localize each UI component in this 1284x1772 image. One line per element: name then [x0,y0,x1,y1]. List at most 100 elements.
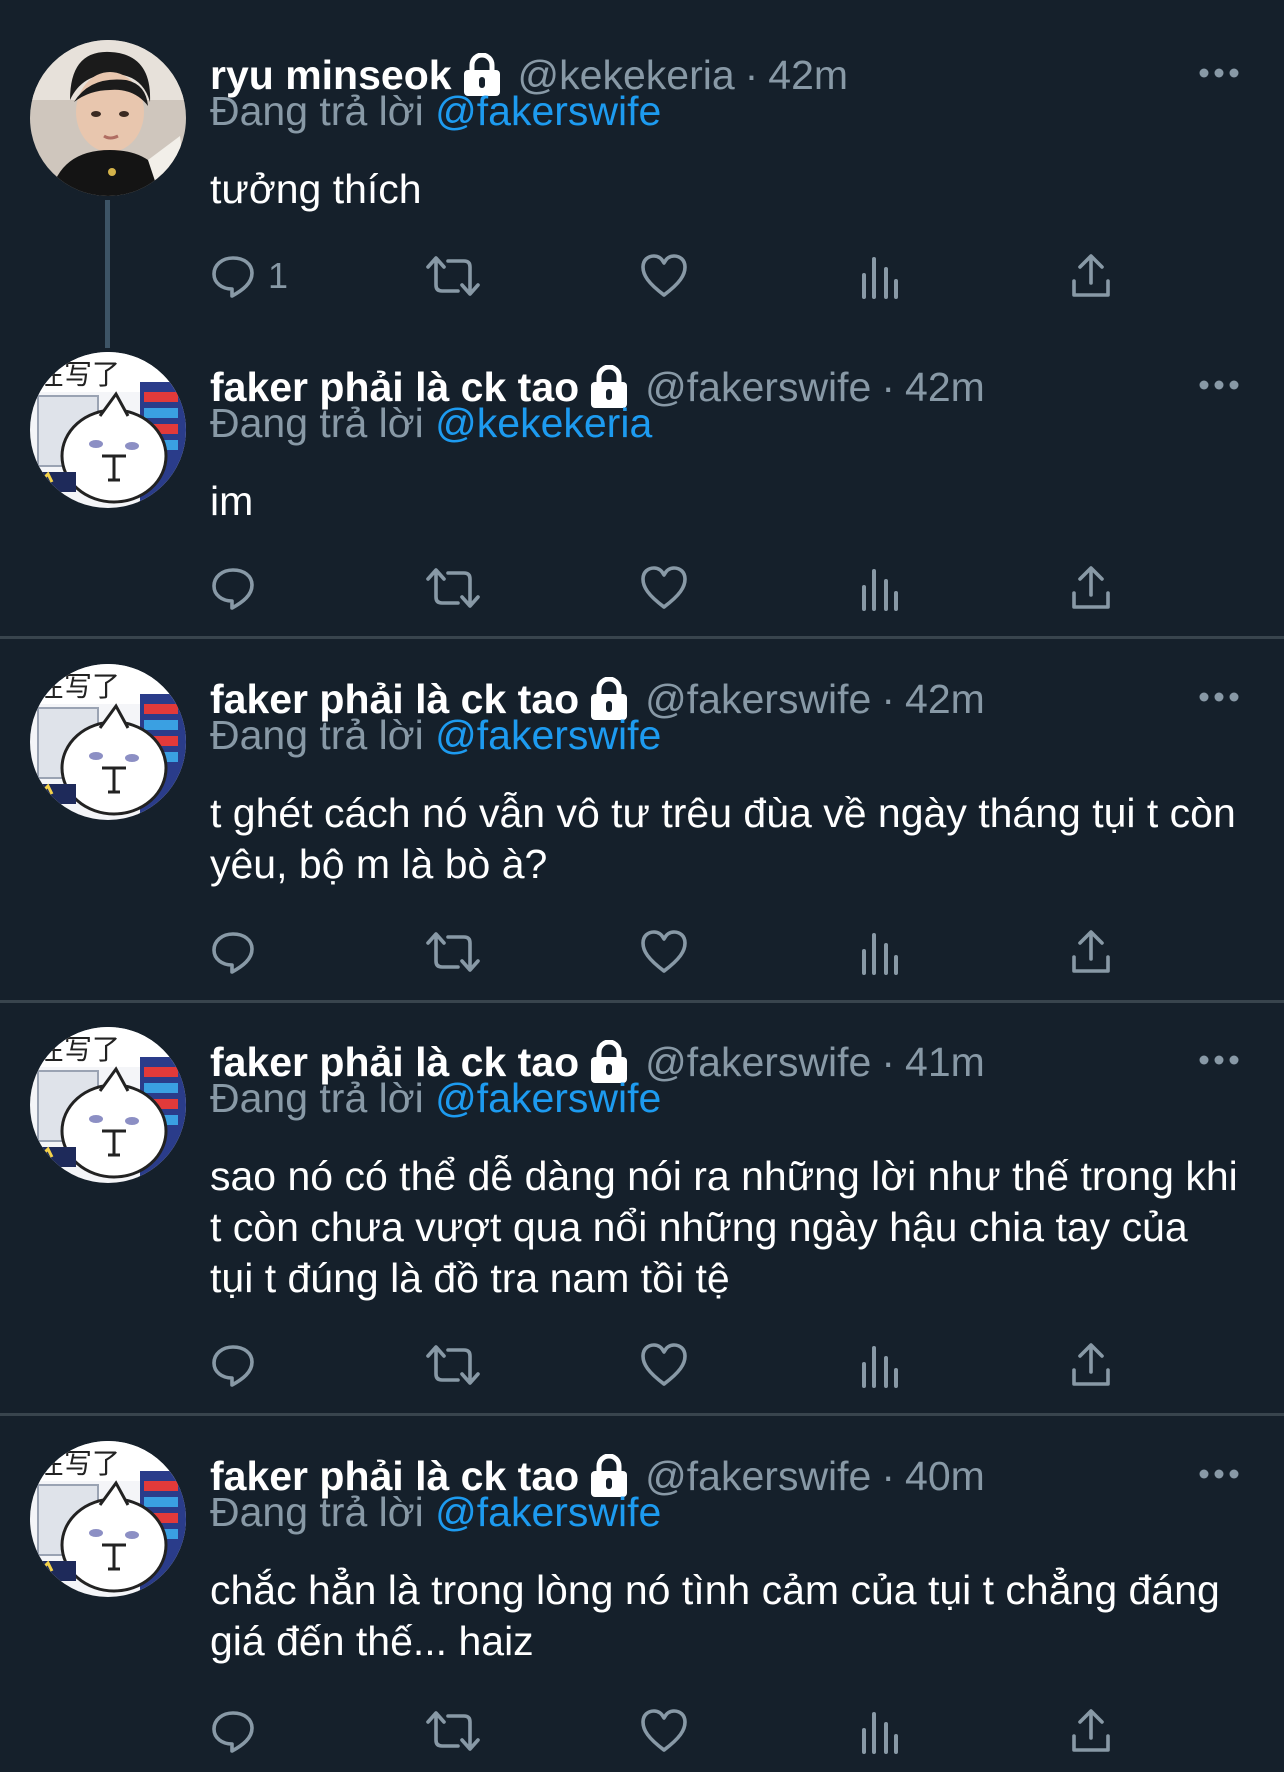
replying-prefix: Đang trả lời [210,1489,424,1535]
reply-button[interactable] [210,1703,268,1759]
more-icon[interactable] [1198,1053,1240,1067]
retweet-button[interactable] [424,924,482,980]
views-icon [862,257,898,299]
retweet-icon [426,932,480,972]
replying-to: Đang trả lời @fakerswife [210,88,661,135]
retweet-button[interactable] [424,248,482,304]
reply-to-handle[interactable]: @fakerswife [435,1075,661,1121]
tweet[interactable]: 在写了 faker phải là ck tao @fakerswife · 4… [0,352,1284,612]
share-button[interactable] [1070,1703,1112,1759]
views-button[interactable] [860,1337,900,1393]
reply-button[interactable]: 1 [210,248,288,304]
avatar[interactable] [30,40,186,196]
views-button[interactable] [860,1703,900,1759]
tweet-divider [0,636,1284,639]
replying-to: Đang trả lời @kekekeria [210,400,652,447]
tweet-text: t ghét cách nó vẫn vô tư trêu đùa về ngà… [210,790,1248,887]
avatar[interactable]: 在写了 [30,1441,186,1597]
user-handle[interactable]: @fakerswife [645,676,871,723]
replying-prefix: Đang trả lời [210,712,424,758]
thread-line [105,200,110,348]
tweet[interactable]: ryu minseok @kekekeria · 42m Đang trả lờ… [0,40,1284,348]
more-icon[interactable] [1198,378,1240,392]
more-icon[interactable] [1198,690,1240,704]
avatar[interactable]: 在写了 [30,1027,186,1183]
separator-dot: · [881,675,896,722]
reply-to-handle[interactable]: @kekekeria [435,400,652,446]
tweet-divider [0,1000,1284,1003]
tweet[interactable]: 在写了 faker phải là ck tao @fakerswife · 4… [0,1441,1284,1772]
avatar-caption: 在写了 [36,1033,120,1066]
tweet[interactable]: 在写了 faker phải là ck tao @fakerswife · 4… [0,664,1284,988]
views-icon [862,569,898,611]
retweet-button[interactable] [424,560,482,616]
views-icon [862,1346,898,1388]
like-button[interactable] [640,1703,688,1759]
reply-icon [212,932,254,974]
tweet-text: im [210,478,254,524]
like-button[interactable] [640,924,688,980]
timestamp[interactable]: 42m [768,52,848,99]
like-icon [641,566,687,609]
reply-to-handle[interactable]: @fakerswife [435,88,661,134]
reply-count: 1 [268,255,289,296]
tweet-text: sao nó có thể dễ dàng nói ra những lời n… [210,1153,1250,1301]
share-button[interactable] [1070,248,1112,304]
separator-dot: · [881,1452,896,1499]
like-button[interactable] [640,248,688,304]
like-button[interactable] [640,1337,688,1393]
separator-dot: · [881,363,896,410]
avatar-caption: 在写了 [36,670,120,703]
more-icon[interactable] [1198,1467,1240,1481]
more-icon[interactable] [1198,66,1240,80]
replying-prefix: Đang trả lời [210,400,424,446]
retweet-button[interactable] [424,1337,482,1393]
share-button[interactable] [1070,924,1112,980]
replying-to: Đang trả lời @fakerswife [210,1489,661,1536]
tweet-actions [210,1703,1130,1759]
timestamp[interactable]: 42m [905,676,985,723]
user-handle[interactable]: @fakerswife [645,1453,871,1500]
reply-to-handle[interactable]: @fakerswife [435,712,661,758]
timestamp[interactable]: 41m [905,1039,985,1086]
separator-dot: · [881,1038,896,1085]
retweet-button[interactable] [424,1703,482,1759]
views-button[interactable] [860,248,900,304]
retweet-icon [426,1345,480,1385]
tweet[interactable]: 在写了 faker phải là ck tao @fakerswife · 4… [0,1027,1284,1397]
retweet-icon [426,568,480,608]
tweet-actions [210,924,1130,980]
share-icon [1072,1343,1110,1386]
avatar[interactable]: 在写了 [30,664,186,820]
share-button[interactable] [1070,560,1112,616]
share-button[interactable] [1070,1337,1112,1393]
views-button[interactable] [860,560,900,616]
tweet-text: chắc hẳn là trong lòng nó tình cảm của t… [210,1567,1232,1664]
replying-to: Đang trả lời @fakerswife [210,712,661,759]
reply-icon [212,1345,254,1387]
like-icon [641,930,687,973]
reply-button[interactable] [210,1337,268,1393]
avatar[interactable]: 在写了 [30,352,186,508]
tweet-actions [210,560,1130,616]
like-button[interactable] [640,560,688,616]
like-icon [641,1709,687,1752]
views-icon [862,933,898,975]
views-icon [862,1712,898,1754]
user-handle[interactable]: @fakerswife [645,1039,871,1086]
timestamp[interactable]: 40m [905,1453,985,1500]
views-button[interactable] [860,924,900,980]
share-icon [1072,930,1110,973]
share-icon [1072,254,1110,297]
separator-dot: · [744,51,759,98]
tweet-divider [0,1413,1284,1416]
user-handle[interactable]: @fakerswife [645,364,871,411]
reply-button[interactable] [210,924,268,980]
tweet-text: tưởng thích [210,166,422,212]
reply-icon [212,568,254,610]
share-icon [1072,566,1110,609]
reply-button[interactable] [210,560,268,616]
timestamp[interactable]: 42m [905,364,985,411]
reply-to-handle[interactable]: @fakerswife [435,1489,661,1535]
retweet-icon [426,1711,480,1751]
